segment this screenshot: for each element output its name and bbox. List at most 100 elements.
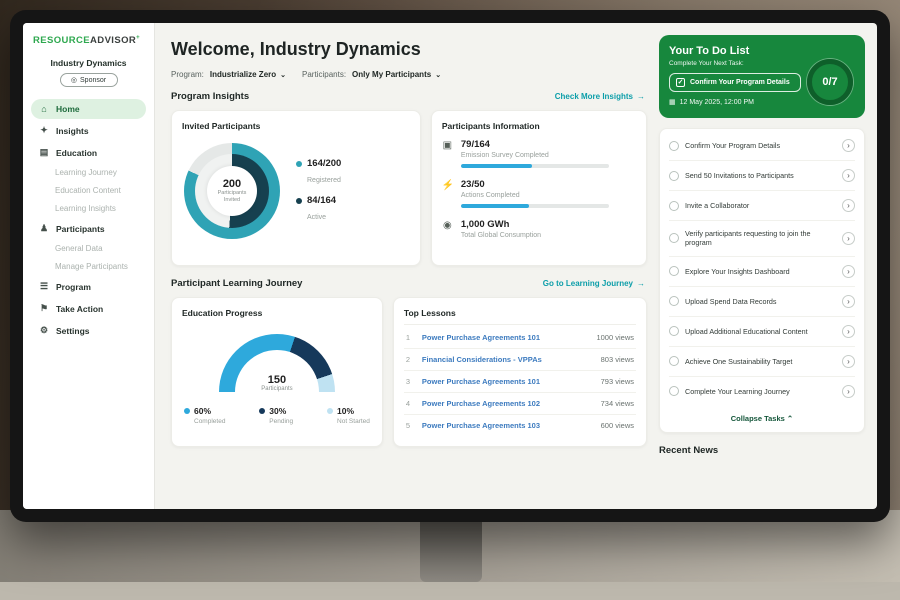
legend-dot <box>327 408 333 414</box>
sidebar-item-settings[interactable]: ⚙ Settings <box>31 320 146 341</box>
legend-dot <box>184 408 190 414</box>
sidebar-item-education[interactable]: ▤ Education <box>31 142 146 163</box>
task-checkbox[interactable] <box>669 266 679 276</box>
task-label: Confirm Your Program Details <box>685 141 836 150</box>
task-item[interactable]: Upload Spend Data Records › <box>669 287 855 317</box>
gauge-center-label: Participants <box>219 386 335 392</box>
sidebar-item-program[interactable]: ☰ Program <box>31 276 146 297</box>
todo-summary-card: Your To Do List Complete Your Next Task:… <box>659 35 865 118</box>
task-chevron[interactable]: › <box>842 169 855 182</box>
legend-label: Active <box>307 214 326 221</box>
legend-value: 84/164 <box>307 195 336 206</box>
task-chevron[interactable]: › <box>842 295 855 308</box>
legend-label: Completed <box>194 418 225 425</box>
task-label: Achieve One Sustainability Target <box>685 357 836 366</box>
lesson-link[interactable]: Power Purchase Agreements 101 <box>422 333 589 342</box>
program-filter-label: Program: <box>171 70 204 79</box>
sidebar-item-general-data[interactable]: General Data <box>31 240 146 257</box>
sponsor-badge-label: Sponsor <box>80 77 106 84</box>
list-icon: ☰ <box>39 281 49 292</box>
task-checkbox[interactable] <box>669 326 679 336</box>
task-checkbox[interactable] <box>669 296 679 306</box>
sidebar-item-manage-participants[interactable]: Manage Participants <box>31 258 146 275</box>
info-value: 23/50 <box>461 179 609 190</box>
nav-label: Participants <box>56 224 105 234</box>
task-item[interactable]: Send 50 Invitations to Participants › <box>669 161 855 191</box>
collapse-tasks-link[interactable]: Collapse Tasks ⌃ <box>669 406 855 430</box>
task-checkbox[interactable] <box>669 386 679 396</box>
info-value: 1,000 GWh <box>461 219 541 230</box>
todo-progress-value: 0/7 <box>822 76 837 88</box>
task-checkbox[interactable] <box>669 201 679 211</box>
sidebar-item-participants[interactable]: ♟ Participants <box>31 218 146 239</box>
task-item[interactable]: Confirm Your Program Details › <box>669 131 855 161</box>
task-chevron[interactable]: › <box>842 139 855 152</box>
legend-value: 164/200 <box>307 158 341 169</box>
chevron-right-icon: › <box>847 297 850 306</box>
task-chevron[interactable]: › <box>842 355 855 368</box>
filters-bar: Program: Industrialize Zero ⌄ Participan… <box>171 70 647 79</box>
lesson-link[interactable]: Financial Considerations - VPPAs <box>422 355 593 364</box>
app-logo: RESOURCEADVISOR+ <box>33 35 146 46</box>
sidebar-item-learning-insights[interactable]: Learning Insights <box>31 200 146 217</box>
chevron-right-icon: › <box>847 234 850 243</box>
task-checkbox[interactable] <box>669 141 679 151</box>
progress-bar-fill <box>461 204 529 208</box>
lesson-link[interactable]: Power Purchase Agreements 101 <box>422 377 593 386</box>
task-label: Send 50 Invitations to Participants <box>685 171 836 180</box>
task-checkbox[interactable] <box>669 356 679 366</box>
legend-item-active: 84/164 Active <box>296 195 341 224</box>
insights-icon: ✦ <box>39 125 49 136</box>
program-select[interactable]: Industrialize Zero ⌄ <box>210 70 286 79</box>
sidebar-item-insights[interactable]: ✦ Insights <box>31 120 146 141</box>
top-lessons-card: Top Lessons 1 Power Purchase Agreements … <box>393 297 647 447</box>
consumption-icon: ◉ <box>442 220 453 244</box>
legend-dot <box>259 408 265 414</box>
task-item[interactable]: Achieve One Sustainability Target › <box>669 347 855 377</box>
lesson-link[interactable]: Power Purchase Agreements 102 <box>422 399 593 408</box>
lesson-row: 3 Power Purchase Agreements 101 793 view… <box>404 371 636 393</box>
card-title: Top Lessons <box>404 308 636 325</box>
sidebar-item-education-content[interactable]: Education Content <box>31 182 146 199</box>
task-chevron[interactable]: › <box>842 199 855 212</box>
nav-label: Education <box>56 148 97 158</box>
go-to-learning-journey-link[interactable]: Go to Learning Journey → <box>543 279 645 288</box>
legend-item-pending: 30% Pending <box>259 406 293 425</box>
card-title: Participants Information <box>442 121 636 131</box>
lesson-row: 1 Power Purchase Agreements 101 1000 vie… <box>404 327 636 349</box>
emission-survey-icon: ▣ <box>442 140 453 168</box>
task-checkbox[interactable] <box>669 171 679 181</box>
lesson-rank: 5 <box>406 421 414 430</box>
sidebar-item-home[interactable]: ⌂ Home <box>31 99 146 119</box>
sponsor-badge[interactable]: ◎ Sponsor <box>60 73 118 87</box>
todo-panel: Your To Do List Complete Your Next Task:… <box>659 23 877 509</box>
sidebar-item-take-action[interactable]: ⚑ Take Action <box>31 298 146 319</box>
sidebar-item-learning-journey[interactable]: Learning Journey <box>31 164 146 181</box>
home-icon: ⌂ <box>39 104 49 114</box>
task-item[interactable]: Upload Additional Educational Content › <box>669 317 855 347</box>
next-task-button[interactable]: ✓ Confirm Your Program Details <box>669 73 801 92</box>
task-chevron[interactable]: › <box>842 385 855 398</box>
task-chevron[interactable]: › <box>842 265 855 278</box>
task-chevron[interactable]: › <box>842 325 855 338</box>
info-label: Total Global Consumption <box>461 232 541 239</box>
check-more-insights-link[interactable]: Check More Insights → <box>555 92 645 101</box>
nav-label: Learning Journey <box>55 168 117 177</box>
task-item[interactable]: Complete Your Learning Journey › <box>669 377 855 406</box>
task-item[interactable]: Invite a Collaborator › <box>669 191 855 221</box>
task-checkbox[interactable] <box>669 233 679 243</box>
sidebar: RESOURCEADVISOR+ Industry Dynamics ◎ Spo… <box>23 23 155 509</box>
donut-center-label: Participants Invited <box>211 190 253 204</box>
legend-value: 60% <box>194 406 211 416</box>
chevron-right-icon: › <box>847 141 850 150</box>
info-row-consumption: ◉ 1,000 GWh Total Global Consumption <box>442 219 636 244</box>
education-progress-card: Education Progress 150 Participants <box>171 297 383 447</box>
lesson-link[interactable]: Power Purchase Agreements 103 <box>422 421 593 430</box>
lesson-views: 1000 views <box>596 333 634 342</box>
lesson-row: 5 Power Purchase Agreements 103 600 view… <box>404 415 636 436</box>
task-item[interactable]: Explore Your Insights Dashboard › <box>669 257 855 287</box>
task-chevron[interactable]: › <box>842 232 855 245</box>
participants-select[interactable]: Only My Participants ⌄ <box>352 70 441 79</box>
participants-select-value: Only My Participants <box>352 70 431 79</box>
task-item[interactable]: Verify participants requesting to join t… <box>669 221 855 257</box>
